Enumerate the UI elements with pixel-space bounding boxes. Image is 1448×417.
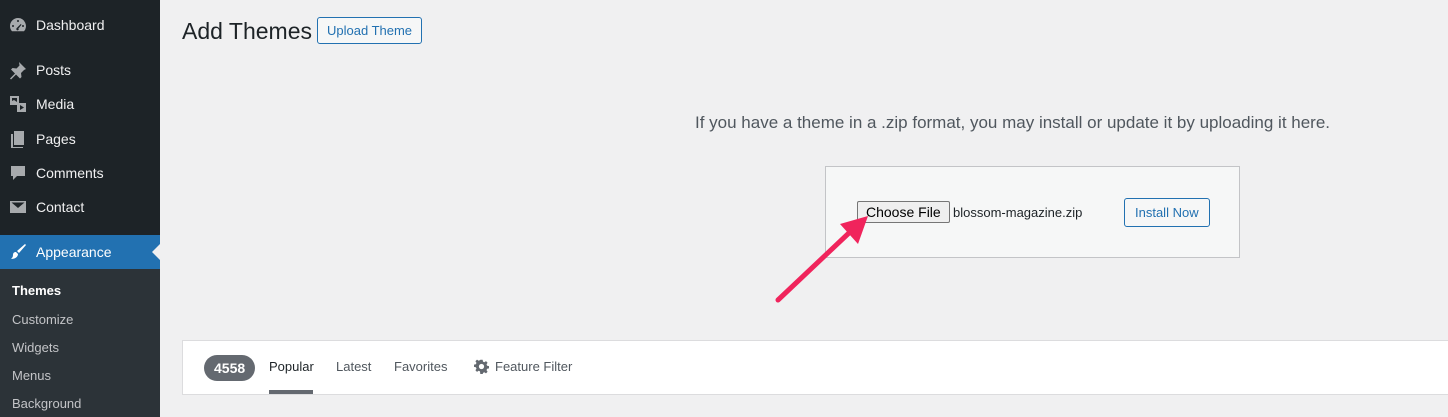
submenu-item-themes[interactable]: Themes	[12, 283, 61, 298]
pin-icon	[0, 60, 36, 80]
sidebar-item-contact[interactable]: Contact	[0, 190, 160, 224]
sidebar-item-dashboard[interactable]: Dashboard	[0, 8, 160, 42]
pages-icon	[0, 129, 36, 149]
submenu-item-customize[interactable]: Customize	[12, 312, 73, 327]
feature-filter-button[interactable]: Feature Filter	[474, 359, 572, 374]
active-tab-indicator	[269, 390, 313, 394]
upload-help-text: If you have a theme in a .zip format, yo…	[695, 113, 1331, 132]
dashboard-icon	[0, 15, 36, 35]
submenu-item-widgets[interactable]: Widgets	[12, 340, 59, 355]
tab-favorites[interactable]: Favorites	[394, 359, 447, 374]
tab-popular[interactable]: Popular	[269, 359, 314, 374]
upload-theme-button[interactable]: Upload Theme	[317, 17, 423, 44]
sidebar-item-label: Comments	[36, 165, 104, 181]
appearance-submenu: Themes Customize Widgets Menus Backgroun…	[0, 269, 160, 417]
install-now-button[interactable]: Install Now	[1124, 198, 1210, 227]
comments-icon	[0, 163, 36, 183]
media-icon	[0, 94, 36, 114]
sidebar-item-label: Contact	[36, 199, 85, 215]
mail-icon	[0, 197, 36, 217]
sidebar-item-label: Posts	[36, 62, 72, 78]
sidebar-item-appearance[interactable]: Appearance	[0, 235, 160, 269]
theme-count-badge: 4558	[204, 355, 256, 381]
submenu-item-background[interactable]: Background	[12, 396, 81, 411]
feature-filter-label: Feature Filter	[495, 359, 573, 374]
sidebar-item-label: Appearance	[36, 244, 112, 260]
submenu-item-menus[interactable]: Menus	[12, 368, 51, 383]
sidebar-item-posts[interactable]: Posts	[0, 53, 160, 87]
theme-filter-bar: 4558 Popular Latest Favorites Feature Fi…	[182, 340, 1448, 395]
upload-form: Choose File blossom-magazine.zip Install…	[825, 166, 1240, 258]
sidebar-item-label: Media	[36, 96, 75, 112]
sidebar-item-label: Dashboard	[36, 17, 105, 33]
sidebar-item-comments[interactable]: Comments	[0, 156, 160, 190]
gear-icon	[474, 359, 489, 374]
sidebar-item-pages[interactable]: Pages	[0, 122, 160, 156]
annotation-arrow-icon	[775, 216, 868, 303]
page-title: Add Themes	[182, 18, 312, 44]
paintbrush-icon	[0, 242, 36, 262]
admin-sidebar: Dashboard Posts Media Pages Comments Con…	[0, 0, 160, 417]
sidebar-item-label: Pages	[36, 131, 76, 147]
sidebar-item-media[interactable]: Media	[0, 87, 160, 121]
tab-latest[interactable]: Latest	[336, 359, 371, 374]
selected-file-name: blossom-magazine.zip	[953, 205, 1083, 220]
